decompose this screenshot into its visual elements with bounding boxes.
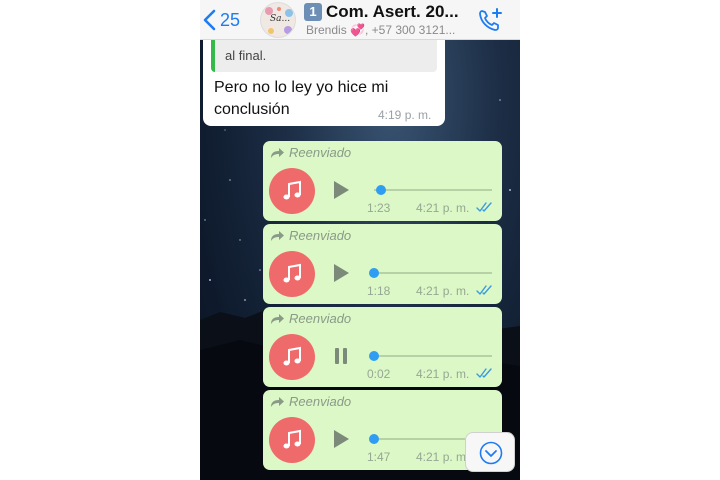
play-icon[interactable] bbox=[331, 180, 351, 200]
forwarded-label: Reenviado bbox=[269, 145, 351, 160]
quoted-text: al final. bbox=[225, 48, 267, 63]
message-time: 4:21 p. m. bbox=[416, 450, 470, 464]
forward-arrow-icon bbox=[271, 230, 284, 241]
forward-arrow-icon bbox=[271, 147, 284, 158]
group-number-badge: 1 bbox=[304, 3, 322, 21]
double-check-icon bbox=[476, 202, 492, 212]
back-button[interactable]: 25 bbox=[202, 8, 240, 32]
forward-arrow-icon bbox=[271, 396, 284, 407]
double-check-icon bbox=[476, 285, 492, 295]
forwarded-label: Reenviado bbox=[269, 228, 351, 243]
voice-message-bubble[interactable]: Reenviado 0:02 4:21 p. m. bbox=[263, 307, 502, 387]
message-time: 4:21 p. m. bbox=[416, 367, 470, 381]
forwarded-label: Reenviado bbox=[269, 394, 351, 409]
chevron-down-circle-icon bbox=[479, 441, 503, 465]
avatar-text: Sa... bbox=[270, 14, 291, 24]
audio-disc bbox=[269, 168, 315, 214]
forwarded-text: Reenviado bbox=[289, 394, 352, 409]
message-time: 4:21 p. m. bbox=[416, 201, 470, 215]
chat-header: 25 Sa... 1 Com. Asert. 20... Brendis 💞, … bbox=[200, 0, 520, 40]
audio-progress-knob[interactable] bbox=[369, 268, 379, 278]
audio-progress-track[interactable] bbox=[374, 272, 492, 274]
voice-message-bubble[interactable]: Reenviado 1:23 4:21 p. m. bbox=[263, 141, 502, 221]
double-check-icon bbox=[476, 368, 492, 378]
forwarded-label: Reenviado bbox=[269, 311, 351, 326]
forward-arrow-icon bbox=[271, 313, 284, 324]
audio-disc bbox=[269, 417, 315, 463]
audio-disc bbox=[269, 251, 315, 297]
forwarded-text: Reenviado bbox=[289, 311, 352, 326]
play-icon[interactable] bbox=[331, 263, 351, 283]
chevron-left-icon bbox=[203, 9, 216, 31]
incoming-message-bubble[interactable]: al final. Pero no lo ley yo hice mi conc… bbox=[203, 40, 445, 126]
chat-members[interactable]: Brendis 💞, +57 300 3121... bbox=[306, 23, 455, 37]
audio-duration: 1:18 bbox=[367, 284, 391, 298]
play-icon[interactable] bbox=[331, 429, 351, 449]
forwarded-text: Reenviado bbox=[289, 145, 352, 160]
music-note-icon bbox=[283, 429, 301, 449]
audio-progress-track[interactable] bbox=[374, 355, 492, 357]
message-time: 4:21 p. m. bbox=[416, 284, 470, 298]
pause-icon[interactable] bbox=[331, 346, 351, 366]
forwarded-text: Reenviado bbox=[289, 228, 352, 243]
add-call-icon[interactable] bbox=[476, 6, 504, 34]
music-note-icon bbox=[283, 180, 301, 200]
message-time: 4:19 p. m. bbox=[378, 108, 432, 122]
chat-title[interactable]: Com. Asert. 20... bbox=[326, 2, 459, 22]
audio-duration: 0:02 bbox=[367, 367, 391, 381]
voice-message-bubble[interactable]: Reenviado 1:18 4:21 p. m. bbox=[263, 224, 502, 304]
music-note-icon bbox=[283, 263, 301, 283]
quoted-reply[interactable]: al final. bbox=[211, 40, 437, 72]
unread-count: 25 bbox=[220, 9, 241, 30]
audio-disc bbox=[269, 334, 315, 380]
audio-duration: 1:23 bbox=[367, 201, 391, 215]
audio-progress-knob[interactable] bbox=[376, 185, 387, 195]
group-avatar[interactable]: Sa... bbox=[260, 2, 296, 38]
scroll-to-bottom-button[interactable] bbox=[465, 432, 515, 472]
music-note-icon bbox=[283, 346, 301, 366]
audio-progress-knob[interactable] bbox=[369, 434, 379, 444]
audio-duration: 1:47 bbox=[367, 450, 391, 464]
audio-progress-track[interactable] bbox=[374, 189, 492, 191]
audio-progress-knob[interactable] bbox=[369, 351, 379, 361]
